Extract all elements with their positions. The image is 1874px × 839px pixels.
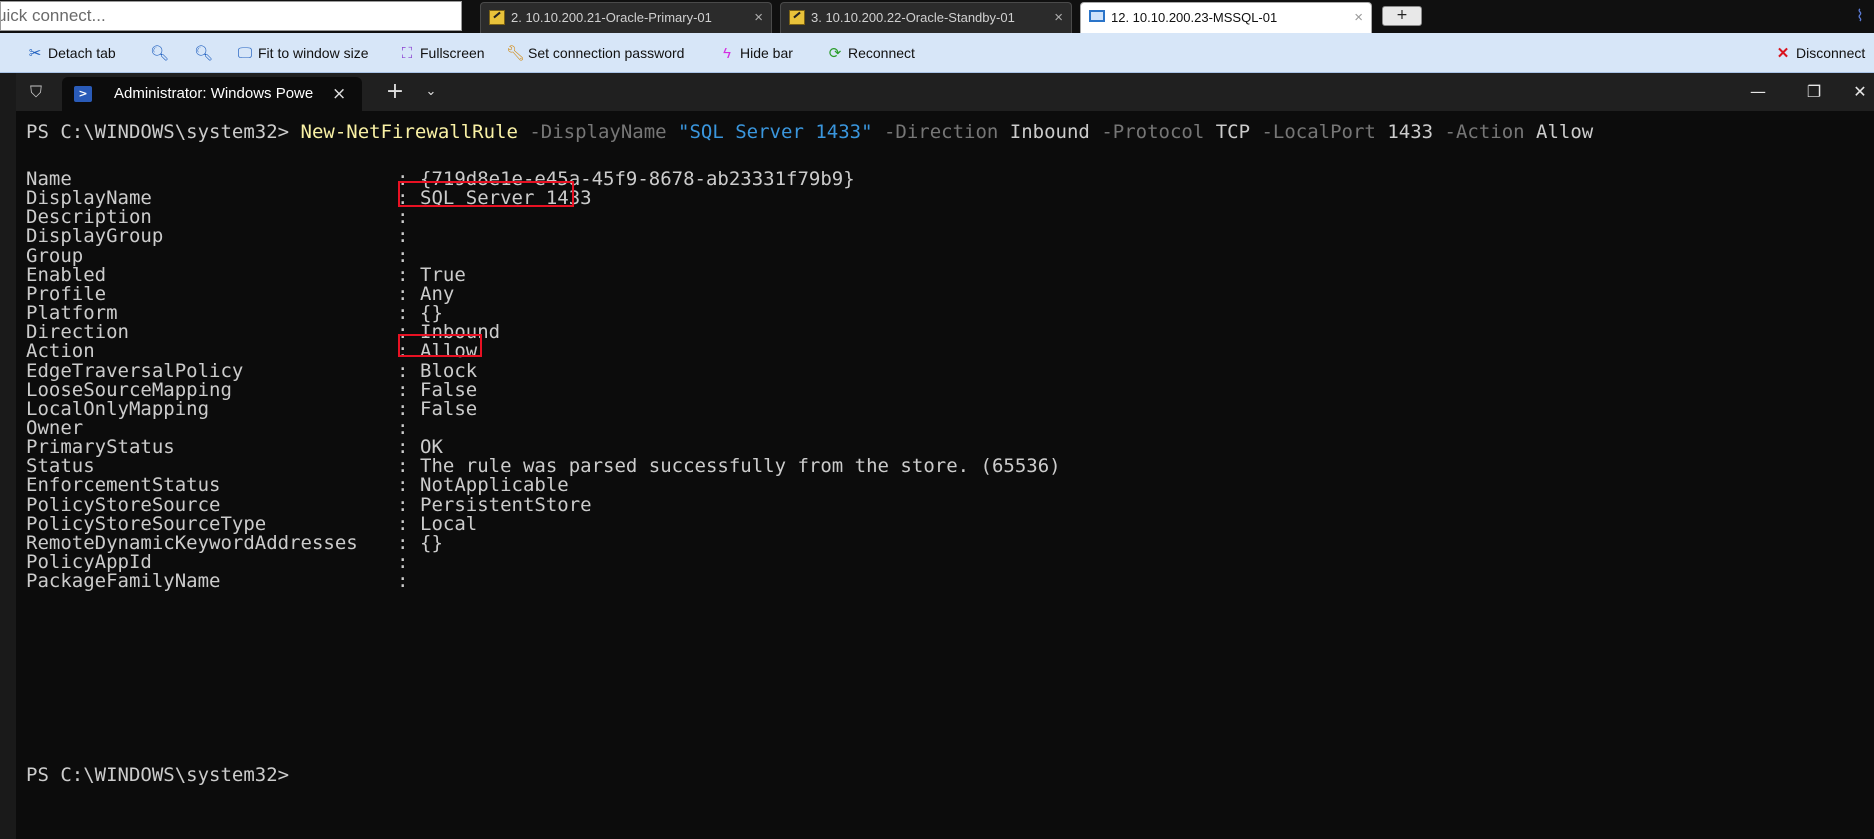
fit-to-window-label: Fit to window size <box>258 45 369 61</box>
fullscreen-icon: ⛶ <box>401 45 413 62</box>
zoom-out-icon: 🔍︎ <box>194 45 214 62</box>
detach-tab-label: Detach tab <box>48 45 116 61</box>
lightning-icon: ϟ <box>723 45 731 62</box>
connection-tab-bar: uick connect... 2. 10.10.200.21-Oracle-P… <box>0 0 1874 33</box>
key-icon <box>789 10 805 25</box>
property-row: PackageFamilyName: <box>26 570 1826 593</box>
reconnect-icon: ⟳ <box>828 45 842 62</box>
tab-label: 3. 10.10.200.22-Oracle-Standby-01 <box>811 10 1015 25</box>
close-x-icon: ✕ <box>1776 45 1790 62</box>
minimize-button[interactable]: — <box>1730 73 1786 111</box>
close-icon[interactable]: × <box>332 77 346 111</box>
param-value: 1433 <box>1375 121 1434 143</box>
session-toolbar: ✂ Detach tab 🔍︎ 🔍︎ 🖵 Fit to window size ⛶ F… <box>0 33 1874 73</box>
tab-mssql[interactable]: 12. 10.10.200.23-MSSQL-01 × <box>1080 2 1372 33</box>
highlight-box-action <box>398 334 482 357</box>
command-line: PS C:\WINDOWS\system32> New-NetFirewallR… <box>26 121 1593 143</box>
quick-connect-placeholder: uick connect... <box>0 6 106 25</box>
param-string-value: "SQL Server 1433" <box>666 121 873 143</box>
close-icon[interactable]: × <box>754 3 763 32</box>
property-separator: : <box>397 570 409 593</box>
reconnect-button[interactable]: ⟳ Reconnect <box>826 33 915 73</box>
disconnect-button[interactable]: ✕ Disconnect <box>1774 33 1866 73</box>
param-name: -Protocol <box>1089 121 1205 143</box>
highlight-box-displayname <box>398 181 574 207</box>
tab-label: 2. 10.10.200.21-Oracle-Primary-01 <box>511 10 712 25</box>
tab-oracle-primary[interactable]: 2. 10.10.200.21-Oracle-Primary-01 × <box>480 2 772 33</box>
prompt: PS C:\WINDOWS\system32> <box>26 121 301 143</box>
scissors-icon: ✂ <box>28 45 42 62</box>
terminal-tab[interactable]: > Administrator: Windows Powe × <box>62 77 362 111</box>
param-name: -Direction <box>872 121 999 143</box>
hide-bar-label: Hide bar <box>740 45 793 61</box>
chevron-down-icon[interactable]: ⌄ <box>416 73 446 111</box>
monitor-fit-icon: 🖵 <box>237 45 253 62</box>
close-icon[interactable]: × <box>1054 3 1063 32</box>
attachment-icon[interactable]: ⌇ <box>1856 6 1864 25</box>
param-name: -LocalPort <box>1250 121 1376 143</box>
set-connection-password-label: Set connection password <box>528 45 685 61</box>
zoom-out-button[interactable]: 🔍︎ <box>194 33 216 73</box>
key-icon: 🔧︎ <box>506 45 526 62</box>
cmdlet-name: New-NetFirewallRule <box>300 121 518 143</box>
zoom-in-icon: 🔍︎ <box>150 45 170 62</box>
shield-icon: ⛉ <box>29 82 42 101</box>
param-name: -Action <box>1433 121 1525 143</box>
param-value: Inbound <box>998 121 1090 143</box>
fullscreen-label: Fullscreen <box>420 45 485 61</box>
fit-to-window-button[interactable]: 🖵 Fit to window size <box>236 33 369 73</box>
final-prompt: PS C:\WINDOWS\system32> <box>26 764 290 786</box>
set-connection-password-button[interactable]: 🔧︎ Set connection password <box>506 33 684 73</box>
monitor-icon <box>1089 10 1105 22</box>
new-tab-button[interactable]: + <box>1382 6 1422 26</box>
reconnect-label: Reconnect <box>848 45 915 61</box>
terminal-title-bar: ⛉ > Administrator: Windows Powe × + ⌄ — … <box>16 73 1874 111</box>
property-name: PackageFamilyName <box>26 570 221 593</box>
tab-oracle-standby[interactable]: 3. 10.10.200.22-Oracle-Standby-01 × <box>780 2 1072 33</box>
remote-window-edge <box>0 73 16 839</box>
key-icon <box>489 10 505 25</box>
quick-connect-input[interactable]: uick connect... <box>0 1 462 31</box>
fullscreen-button[interactable]: ⛶ Fullscreen <box>398 33 485 73</box>
terminal-output[interactable]: PS C:\WINDOWS\system32> New-NetFirewallR… <box>16 111 1874 839</box>
hide-bar-button[interactable]: ϟ Hide bar <box>718 33 793 73</box>
param-value: Allow <box>1524 121 1594 143</box>
powershell-icon: > <box>74 86 92 102</box>
disconnect-label: Disconnect <box>1796 45 1866 61</box>
new-terminal-tab-button[interactable]: + <box>372 73 418 111</box>
close-window-button[interactable]: ✕ <box>1832 73 1874 111</box>
zoom-in-button[interactable]: 🔍︎ <box>150 33 172 73</box>
detach-tab-button[interactable]: ✂ Detach tab <box>26 33 116 73</box>
terminal-tab-title: Administrator: Windows Powe <box>114 85 314 102</box>
param-name: -DisplayName <box>517 121 667 143</box>
close-icon[interactable]: × <box>1354 3 1363 32</box>
tab-label: 12. 10.10.200.23-MSSQL-01 <box>1111 10 1278 25</box>
param-value: TCP <box>1204 121 1251 143</box>
